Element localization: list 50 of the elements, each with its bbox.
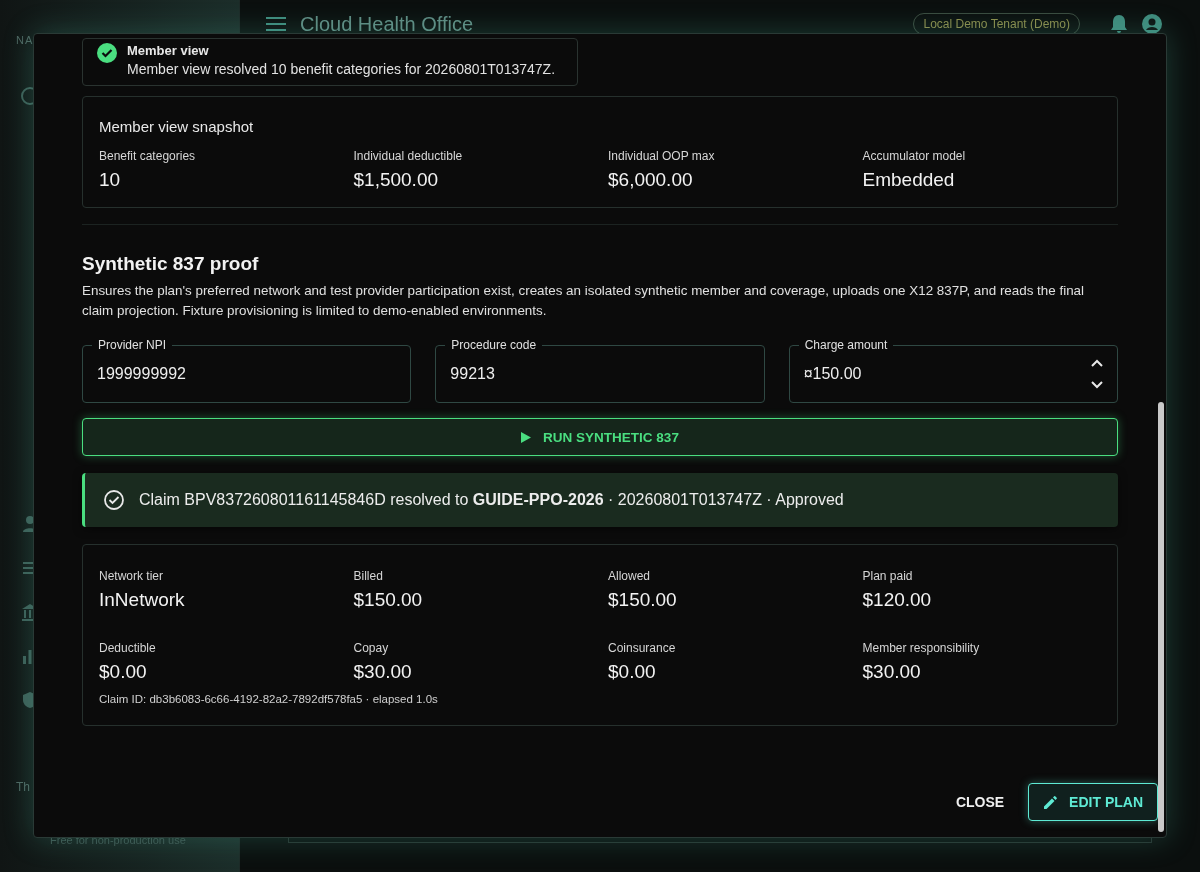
stat-label: Copay [353,641,390,655]
stat-value: $150.00 [353,589,424,611]
stat-label: Member responsibility [862,641,981,655]
stat-value: $0.00 [99,661,148,683]
app-title: Cloud Health Office [300,12,474,36]
stat-label: Deductible [99,641,157,655]
stat-value: $120.00 [862,589,933,611]
stat-value: $6,000.00 [608,169,694,191]
chevron-down-icon[interactable] [1091,381,1103,389]
close-button[interactable]: CLOSE [947,786,1013,818]
stat-label: Accumulator model [862,149,967,163]
stat-label: Individual OOP max [608,149,716,163]
text-input[interactable]: 99213 [450,365,750,383]
text-input[interactable]: ¤150.00 [803,365,1091,383]
edit-button[interactable]: EDIT PLAN [1028,783,1158,821]
stat-label: Network tier [99,569,164,583]
stat-label: Plan paid [862,569,914,583]
alert-message: Claim BPV837260801161145846D resolved to GUIDE-PPO-2026 · 20260801T013747Z · Approved [139,491,844,509]
field-label: Charge amount [798,337,894,353]
check-circle-icon [103,489,125,511]
section-title: Synthetic 837 proof [82,253,260,275]
stat-label: Coinsurance [608,641,677,655]
stat-value: $0.00 [608,661,657,683]
card-title: Member view snapshot [99,118,255,135]
stat-value: $150.00 [608,589,678,611]
alert-message: Member view resolved 10 benefit categories for 20260801T013747Z. [127,61,556,77]
stat-label: Billed [353,569,384,583]
alert-title: Member view [127,43,210,58]
play-icon [521,431,532,443]
scrollbar[interactable] [1158,402,1164,832]
stat-value: $1,500.00 [353,169,440,191]
claim-id-note: Claim ID: db3b6083-6c66-4192-82a2-7892df578fa5 · elapsed 1.0s [99,693,439,705]
section-description: Ensures the plan's preferred network and test provider participation exist, creates an isolated synthetic member and coverage, uploads one X12 837P, and reads the final claim projection. Fixture provisioning is limited to demo-enabled environments. [82,282,1085,320]
run-button[interactable]: RUN SYNTHETIC 837 [82,418,1118,456]
stat-label: Allowed [608,569,652,583]
check-circle-icon [97,43,117,63]
stat-label: Individual deductible [353,149,464,163]
menu-icon[interactable] [266,17,286,31]
sidebar-heading: NA [16,34,35,46]
stat-label: Benefit categories [99,149,197,163]
stat-value: $30.00 [862,661,922,683]
stat-value: Embedded [862,169,956,191]
stat-value: InNetwork [99,589,186,611]
stat-value: 10 [99,169,122,191]
chevron-up-icon[interactable] [1091,359,1103,367]
stat-value: $30.00 [353,661,413,683]
text-input[interactable]: 1999999992 [97,365,397,383]
bell-icon[interactable] [1110,14,1128,34]
pencil-icon [1043,794,1060,810]
account-icon[interactable] [1142,14,1162,34]
